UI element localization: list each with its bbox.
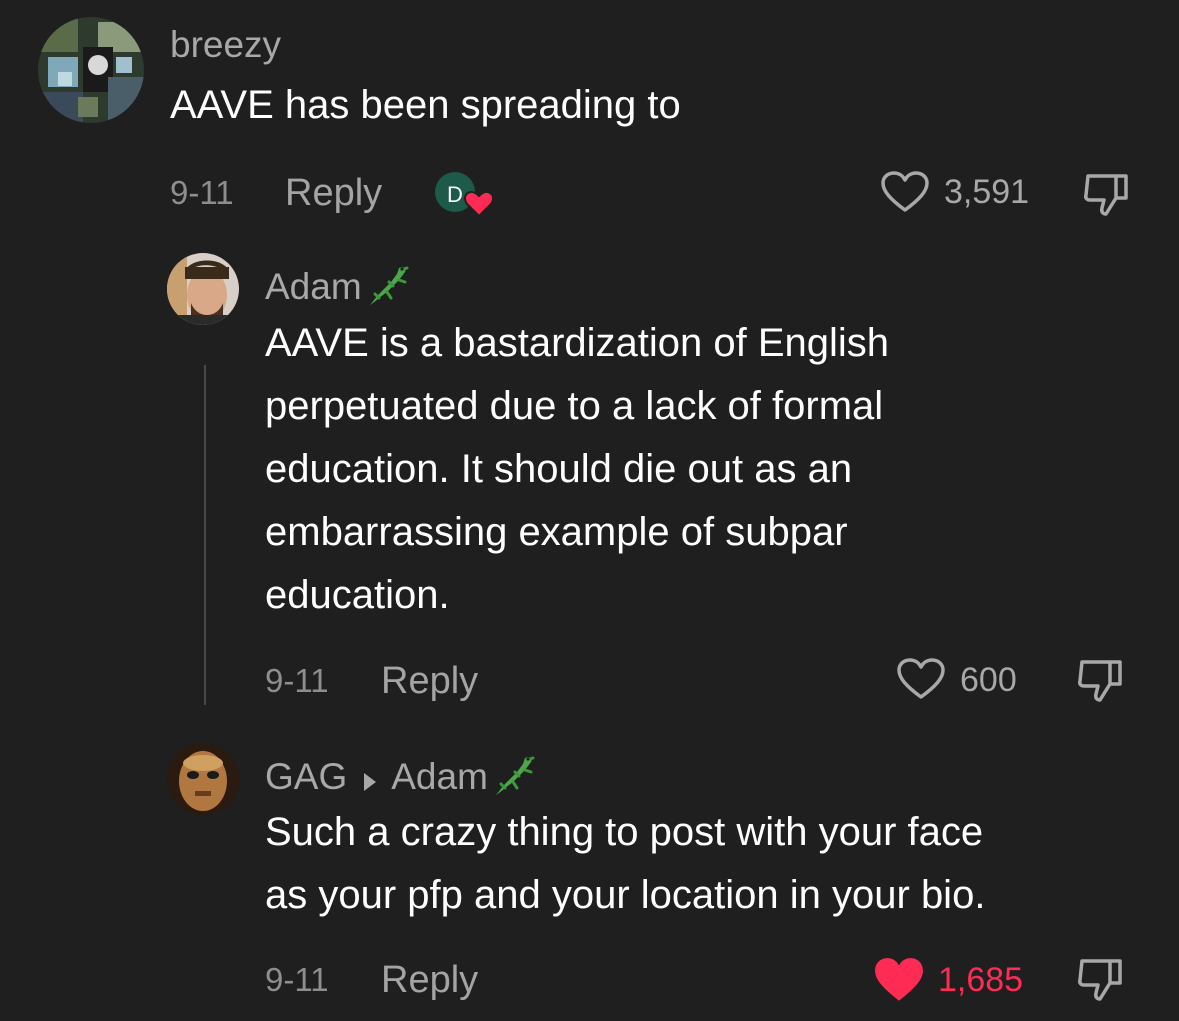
comment-text: AAVE has been spreading to xyxy=(170,74,681,137)
comment-date: 9-11 xyxy=(170,174,234,211)
lizard-icon xyxy=(365,262,413,316)
dislike-icon[interactable] xyxy=(1076,656,1126,711)
comment-username-name[interactable]: Adam xyxy=(265,266,362,307)
creator-liked-badge: D xyxy=(433,170,495,220)
comment-text: Such a crazy thing to post with your fac… xyxy=(265,801,985,927)
reply-button[interactable]: Reply xyxy=(285,174,382,212)
avatar[interactable] xyxy=(167,743,239,815)
reply-to-username[interactable]: Adam xyxy=(391,756,488,797)
reply-arrow-icon xyxy=(363,761,377,798)
heart-filled-icon[interactable] xyxy=(873,957,925,1008)
like-count: 3,591 xyxy=(944,173,1030,211)
comment-date: 9-11 xyxy=(265,961,329,998)
creator-initial: D xyxy=(447,182,463,207)
like-count: 1,685 xyxy=(938,961,1024,999)
comment-username[interactable]: breezy xyxy=(170,26,281,63)
comment-date: 9-11 xyxy=(265,662,329,699)
comment-text-line: perpetuated due to a lack of formal xyxy=(265,384,884,428)
avatar[interactable] xyxy=(38,17,144,123)
reply-button[interactable]: Reply xyxy=(381,662,478,700)
comment-text-line: education. It should die out as an xyxy=(265,447,853,491)
like-count: 600 xyxy=(960,661,1017,699)
dislike-icon[interactable] xyxy=(1082,170,1132,225)
comment-text-line: Such a crazy thing to post with your fac… xyxy=(265,810,984,854)
heart-icon[interactable] xyxy=(896,657,946,706)
comment-username-name[interactable]: GAG xyxy=(265,756,347,797)
comment-text-line: as your pfp and your location in your bi… xyxy=(265,873,986,917)
comment-username: Adam xyxy=(265,262,413,316)
thread-line xyxy=(204,365,206,705)
lizard-icon xyxy=(491,752,539,806)
avatar[interactable] xyxy=(167,253,239,325)
heart-icon[interactable] xyxy=(880,170,930,219)
reply-button[interactable]: Reply xyxy=(381,961,478,999)
comment-text-line: education. xyxy=(265,573,450,617)
comment-username: GAG Adam xyxy=(265,752,539,806)
comment-text-line: AAVE has been spreading to xyxy=(170,83,681,127)
comment-text-line: embarrassing example of subpar xyxy=(265,510,848,554)
comment-text-line: AAVE is a bastardization of English xyxy=(265,321,890,365)
comment-text: AAVE is a bastardization of English perp… xyxy=(265,312,889,627)
dislike-icon[interactable] xyxy=(1076,955,1126,1010)
